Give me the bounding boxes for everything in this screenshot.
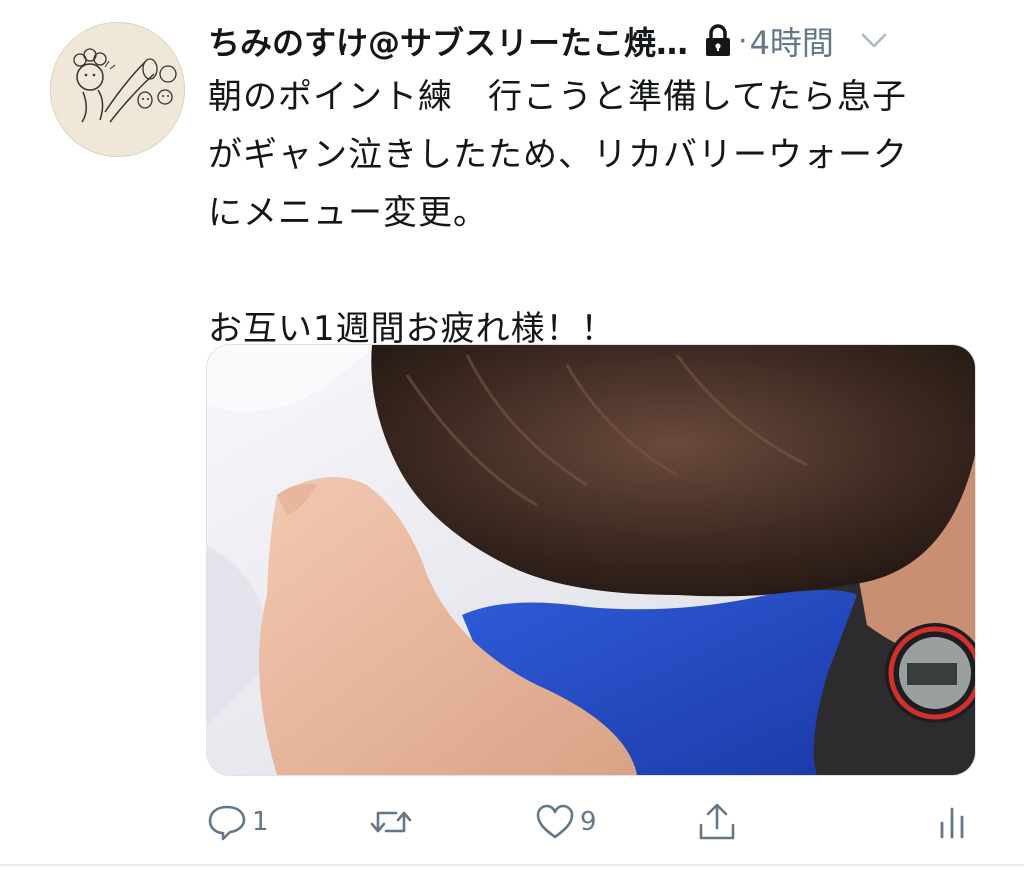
share-button[interactable]: [696, 795, 738, 849]
avatar[interactable]: [50, 22, 185, 157]
display-name[interactable]: ちみのすけ@サブスリーたこ焼…: [208, 18, 688, 64]
like-count: 9: [580, 807, 597, 837]
analytics-icon: [936, 801, 968, 843]
heart-icon: [534, 801, 576, 843]
reply-count: 1: [252, 807, 269, 837]
lock-icon: [702, 23, 734, 59]
tweet-divider: [0, 864, 1024, 866]
analytics-button[interactable]: [936, 795, 968, 849]
retweet-icon: [368, 801, 414, 843]
share-icon: [696, 801, 738, 843]
reply-button[interactable]: 1: [206, 795, 269, 849]
tweet-header: ちみのすけ@サブスリーたこ焼… · 4時間: [208, 16, 998, 66]
separator-dot: ·: [738, 23, 748, 59]
like-button[interactable]: 9: [534, 795, 597, 849]
timestamp[interactable]: 4時間: [750, 18, 834, 64]
action-bar: 1 9: [206, 795, 976, 849]
tweet-card[interactable]: ちみのすけ@サブスリーたこ焼… · 4時間 朝のポイント練 行こうと準備してたら…: [0, 0, 1024, 866]
tweet-photo[interactable]: [206, 344, 976, 776]
chevron-down-icon[interactable]: [860, 31, 888, 51]
retweet-button[interactable]: [368, 795, 414, 849]
tweet-text: 朝のポイント練 行こうと準備してたら息子 がギャン泣きしたため、リカバリーウォー…: [208, 77, 908, 349]
reply-icon: [206, 801, 248, 843]
